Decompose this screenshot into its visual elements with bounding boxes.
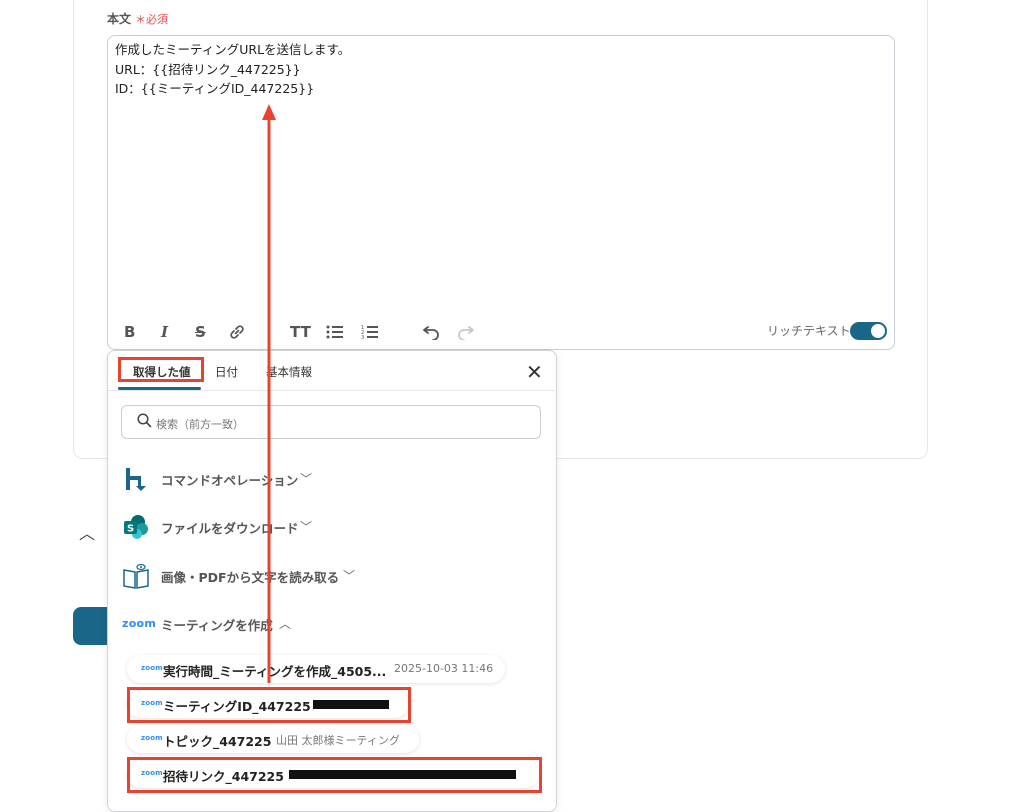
annotation-arrow [262, 104, 276, 683]
